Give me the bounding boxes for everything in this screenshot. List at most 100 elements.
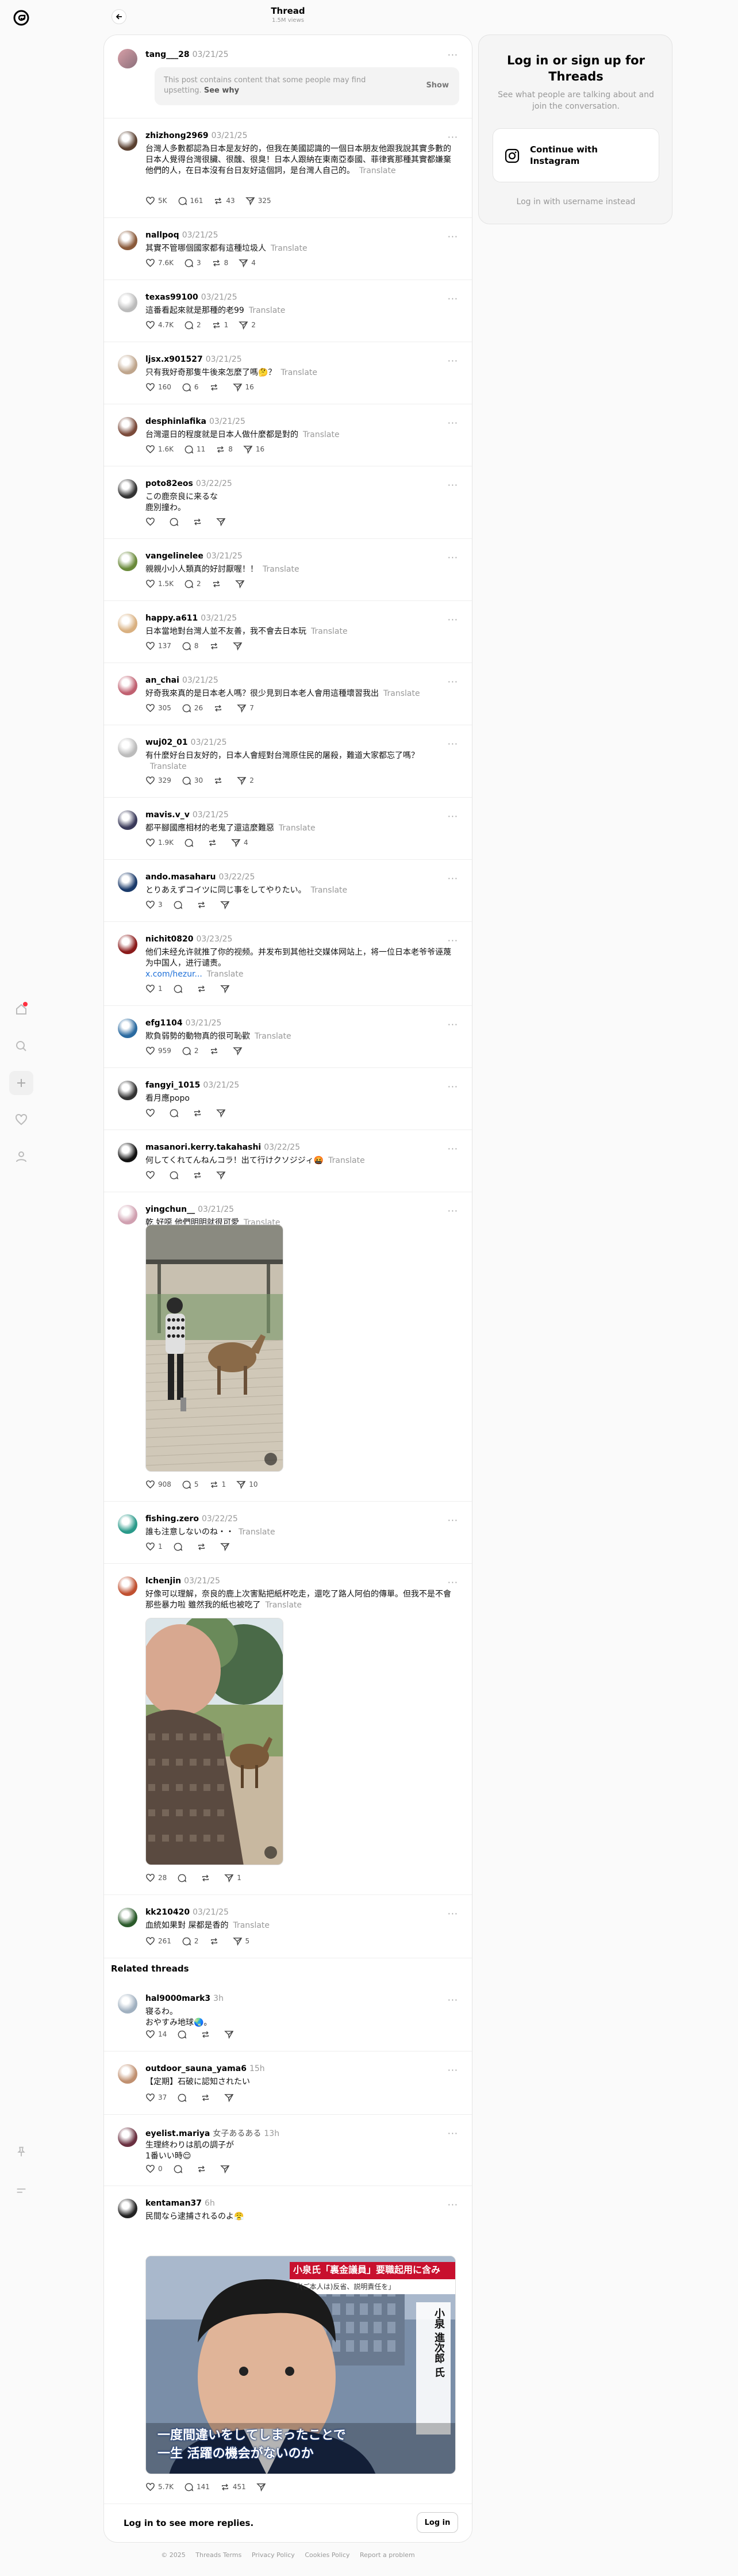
avatar[interactable] [118,1143,137,1162]
post-author[interactable]: happy.a611 03/21/25 [145,614,237,623]
reply-button[interactable] [177,2030,190,2039]
post-author[interactable]: zhizhong2969 03/21/25 [145,131,248,140]
post-author[interactable]: mavis.v_v 03/21/25 [145,810,229,820]
username[interactable]: desphinlafika [145,417,206,426]
more-options-icon[interactable]: ··· [448,357,458,366]
post-author[interactable]: vangelinelee 03/21/25 [145,552,243,561]
repost-button[interactable] [213,703,226,713]
like-button[interactable]: 1 [145,984,163,994]
translate-link[interactable]: Translate [233,1921,270,1930]
like-button[interactable]: 908 [145,1480,171,1490]
post-author[interactable]: kk210420 03/21/25 [145,1908,229,1917]
translate-link[interactable]: Translate [271,244,308,253]
translate-link[interactable]: Translate [207,970,244,979]
like-button[interactable] [145,517,159,527]
report-link[interactable]: Report a problem [360,2551,415,2559]
share-button[interactable]: 16 [243,445,264,454]
share-button[interactable] [220,900,233,910]
more-options-icon[interactable]: ··· [448,51,458,60]
username[interactable]: an_chai [145,676,179,685]
repost-button[interactable] [212,579,225,589]
post-video[interactable] [145,1618,283,1865]
post-author[interactable]: ljsx.x901527 03/21/25 [145,355,242,364]
translate-link[interactable]: Translate [280,368,317,377]
avatar[interactable] [118,2127,137,2147]
repost-button[interactable] [209,1046,222,1056]
post-author[interactable]: an_chai 03/21/25 [145,676,218,685]
translate-link[interactable]: Translate [303,430,340,439]
avatar[interactable] [118,131,137,151]
more-options-icon[interactable]: ··· [448,740,458,749]
like-button[interactable] [145,1108,159,1118]
translate-link[interactable]: Translate [239,1528,275,1537]
like-button[interactable]: 959 [145,1046,171,1056]
username[interactable]: mavis.v_v [145,810,190,820]
repost-button[interactable] [193,517,206,527]
like-button[interactable]: 137 [145,641,171,651]
reply-button[interactable] [169,517,182,527]
username[interactable]: happy.a611 [145,614,198,623]
share-button[interactable]: 325 [245,196,271,206]
like-button[interactable] [145,1170,159,1180]
share-button[interactable]: 10 [236,1480,257,1490]
reply-button[interactable]: 161 [178,196,203,206]
more-options-icon[interactable]: ··· [448,936,458,946]
translate-link[interactable]: Translate [255,1032,291,1041]
create-icon[interactable] [9,1071,33,1095]
reply-button[interactable]: 8 [182,641,199,651]
repost-button[interactable] [209,382,222,392]
share-button[interactable]: 7 [237,703,254,713]
avatar[interactable] [118,1081,137,1100]
repost-button[interactable]: 1 [209,1480,226,1490]
post-author[interactable]: poto82eos 03/22/25 [145,479,232,488]
share-button[interactable] [220,984,233,994]
username[interactable]: masanori.kerry.takahashi [145,1143,261,1152]
post-author[interactable]: hal9000mark3 3h [145,1994,224,2003]
reply-button[interactable]: 11 [184,445,205,454]
repost-button[interactable]: 8 [212,258,228,268]
avatar[interactable] [118,355,137,374]
reply-button[interactable] [177,1873,190,1883]
like-button[interactable]: 28 [145,1873,167,1883]
post-video[interactable] [145,1224,283,1472]
share-button[interactable] [216,1170,229,1180]
share-button[interactable] [232,1046,246,1056]
username[interactable]: kentaman37 [145,2199,202,2208]
reply-button[interactable] [173,1542,186,1552]
more-options-icon[interactable]: ··· [448,615,458,625]
translate-link[interactable]: Translate [265,1601,302,1610]
continue-with-instagram-button[interactable]: Continue with Instagram [493,128,659,182]
avatar[interactable] [118,49,137,68]
pin-icon[interactable] [9,2139,33,2164]
post-author[interactable]: kentaman37 6h [145,2199,215,2208]
like-button[interactable]: 7.6K [145,258,174,268]
more-options-icon[interactable]: ··· [448,1020,458,1029]
like-button[interactable]: 14 [145,2030,167,2039]
more-options-icon[interactable]: ··· [448,419,458,428]
reply-button[interactable]: 2 [184,320,201,330]
username[interactable]: yingchun__ [145,1205,195,1214]
more-options-icon[interactable]: ··· [448,2066,458,2075]
translate-link[interactable]: Translate [279,824,316,833]
more-options-icon[interactable]: ··· [448,1578,458,1587]
repost-button[interactable]: 1 [212,320,228,330]
post-author[interactable]: lchenjin 03/21/25 [145,1576,220,1586]
username[interactable]: fishing.zero [145,1514,199,1524]
username[interactable]: kk210420 [145,1908,190,1917]
reply-button[interactable]: 141 [184,2482,210,2492]
repost-button[interactable] [207,838,221,848]
like-button[interactable]: 261 [145,1936,171,1946]
privacy-link[interactable]: Privacy Policy [252,2551,295,2559]
translate-link[interactable]: Translate [150,762,187,771]
reply-button[interactable] [169,1108,182,1118]
post-author[interactable]: fishing.zero 03/22/25 [145,1514,238,1524]
username[interactable]: wuj02_01 [145,738,188,747]
post-link[interactable]: x.com/hezur... [145,970,202,979]
username[interactable]: ando.masaharu [145,872,216,882]
reply-button[interactable] [184,838,197,848]
post-author[interactable]: nallpoq 03/21/25 [145,231,218,240]
username[interactable]: nichit0820 [145,935,194,944]
avatar[interactable] [118,872,137,892]
more-options-icon[interactable]: ··· [448,133,458,142]
repost-button[interactable] [197,900,210,910]
